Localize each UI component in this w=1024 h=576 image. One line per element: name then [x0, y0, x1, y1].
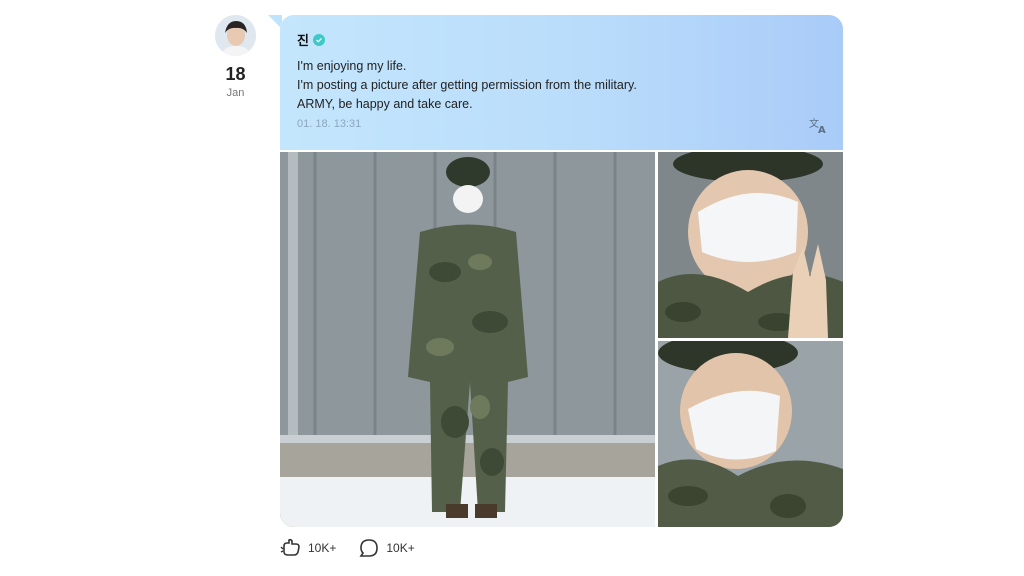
post-date-day: 18 [225, 64, 246, 84]
photo-grid [280, 152, 843, 527]
author-name[interactable]: 진 [297, 30, 309, 49]
message-line: I'm enjoying my life. [297, 59, 407, 73]
comment-icon [359, 539, 379, 557]
svg-text:A: A [818, 125, 826, 134]
post-actions: 10K+ 10K+ [280, 538, 415, 558]
post-date-month: Jan [226, 87, 245, 99]
post-timestamp: 01. 18. 13:31 [297, 118, 362, 130]
verified-badge-icon [312, 33, 325, 46]
cheer-count: 10K+ [308, 541, 337, 555]
photo-selfie-close[interactable] [658, 341, 843, 527]
avatar-icon [215, 15, 256, 56]
comment-button[interactable]: 10K+ [358, 538, 415, 558]
cheer-button[interactable]: 10K+ [280, 538, 336, 558]
photo-full-body[interactable] [280, 152, 655, 527]
author-row: 진 [297, 30, 826, 49]
comment-count: 10K+ [386, 541, 415, 555]
message-line: I'm posting a picture after getting perm… [297, 78, 637, 92]
photo-selfie-peace[interactable] [658, 152, 843, 338]
translate-icon[interactable]: 文 A [809, 116, 829, 136]
message-bubble: 진 I'm enjoying my life. I'm posting a pi… [280, 15, 843, 150]
post-card[interactable]: 진 I'm enjoying my life. I'm posting a pi… [280, 15, 843, 527]
cheer-icon [280, 538, 300, 556]
message-line: ARMY, be happy and take care. [297, 97, 473, 111]
avatar[interactable] [215, 15, 256, 56]
message-text: I'm enjoying my life. I'm posting a pict… [297, 57, 826, 114]
